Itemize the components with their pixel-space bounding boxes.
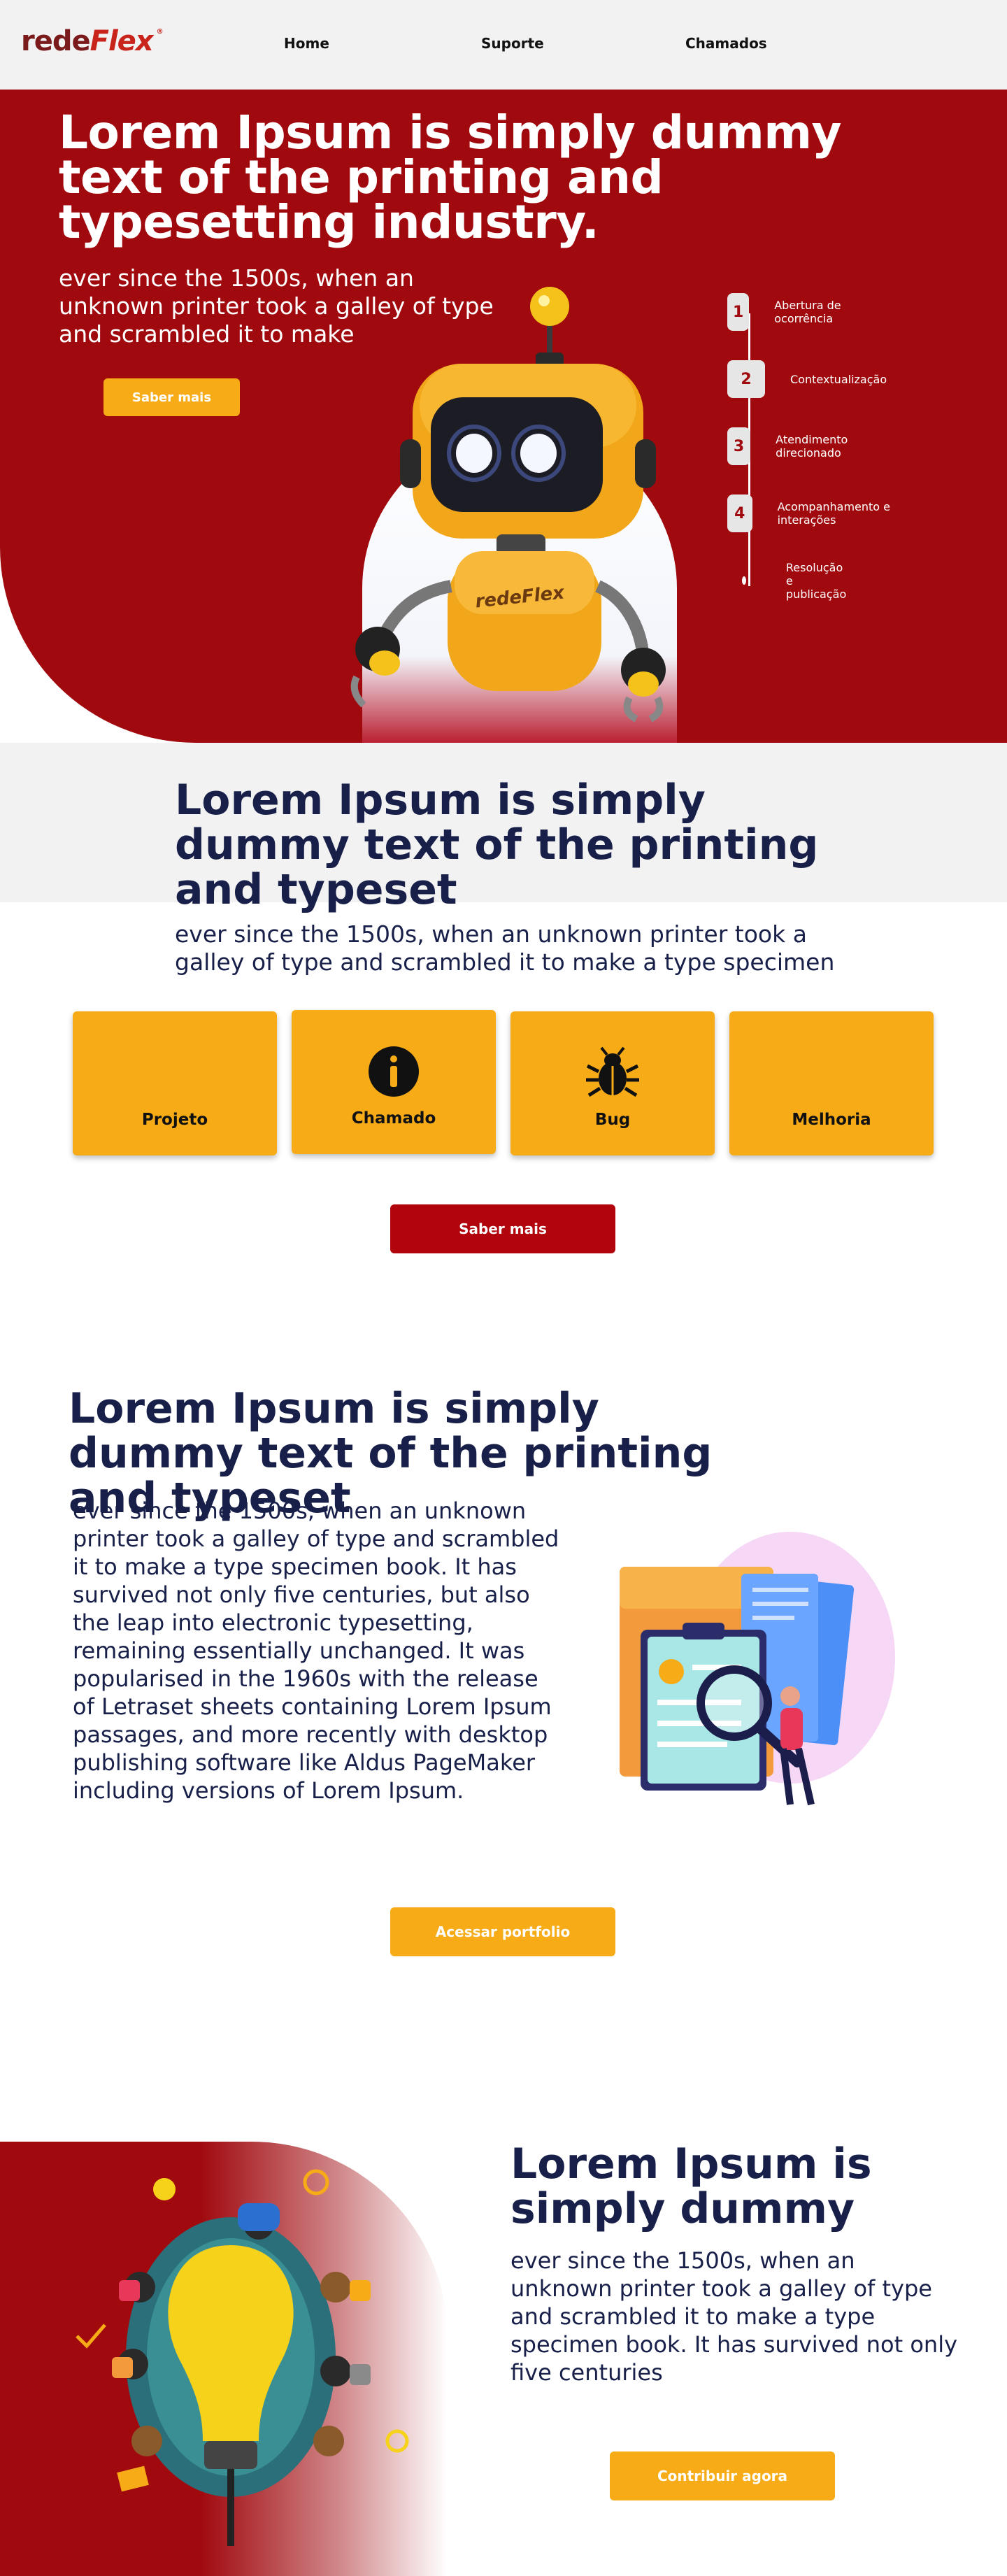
step-3-number: 3 [727, 427, 751, 465]
robot-mascot-illustration: redeFlex [350, 287, 666, 723]
card-projeto-label: Projeto [141, 1111, 208, 1129]
card-projeto[interactable]: Projeto [73, 1011, 277, 1155]
nav-link-chamados[interactable]: Chamados [685, 35, 767, 52]
step-1-number: 1 [727, 293, 750, 331]
hero-saber-mais-button[interactable]: Saber mais [103, 378, 240, 416]
step-5: Resolução e publicação [727, 560, 850, 601]
step-4-number: 4 [727, 494, 752, 532]
redeflex-logo[interactable]: redeFlex ® [21, 25, 164, 57]
section4-body: ever since the 1500s, when an unknown pr… [510, 2247, 958, 2386]
info-icon [369, 1046, 419, 1097]
card-chamado-label: Chamado [351, 1109, 436, 1127]
step-4: 4 Acompanhamento e interações [727, 494, 893, 533]
nav-link-home[interactable]: Home [284, 35, 329, 52]
step-1-label: Abertura de ocorrência [774, 299, 841, 325]
acessar-portfolio-button[interactable]: Acessar portfolio [390, 1907, 615, 1956]
documents-search-illustration [620, 1532, 895, 1806]
card-melhoria-label: Melhoria [792, 1111, 871, 1129]
card-bug[interactable]: Bug [510, 1011, 715, 1155]
step-4-label: Acompanhamento e interações [777, 500, 891, 527]
hero-title: Lorem Ipsum is simply dummy text of the … [59, 106, 842, 249]
step-1: 1 Abertura de ocorrência [727, 292, 849, 332]
section2-subtitle: ever since the 1500s, when an unknown pr… [175, 920, 835, 976]
step-3-label: Atendimento direcionado [776, 433, 848, 460]
card-bug-label: Bug [594, 1111, 631, 1129]
card-chamado[interactable]: Chamado [292, 1010, 496, 1154]
contribuir-agora-button[interactable]: Contribuir agora [610, 2452, 835, 2500]
card-melhoria[interactable]: Melhoria [729, 1011, 934, 1155]
step-5-dot [742, 576, 746, 585]
section4-title: Lorem Ipsum is simply dummy [510, 2140, 872, 2233]
nav-link-suporte[interactable]: Suporte [481, 35, 544, 52]
step-2-number: 2 [727, 360, 765, 398]
section2-title: Lorem Ipsum is simply dummy text of the … [175, 776, 819, 914]
section3-body: ever since the 1500s, when an unknown pr… [73, 1497, 559, 1804]
step-2: 2 Contextualização [727, 360, 887, 399]
top-navbar: redeFlex ® Home Suporte Chamados [0, 0, 1007, 90]
step-3: 3 Atendimento direcionado [727, 427, 862, 466]
team-lightbulb-illustration [76, 2169, 409, 2546]
section2-saber-mais-button[interactable]: Saber mais [390, 1204, 615, 1253]
hero-section: Lorem Ipsum is simply dummy text of the … [0, 90, 1007, 743]
bug-icon [586, 1046, 639, 1097]
step-5-label: Resolução e publicação [785, 560, 847, 601]
step-2-label: Contextualização [790, 372, 887, 386]
